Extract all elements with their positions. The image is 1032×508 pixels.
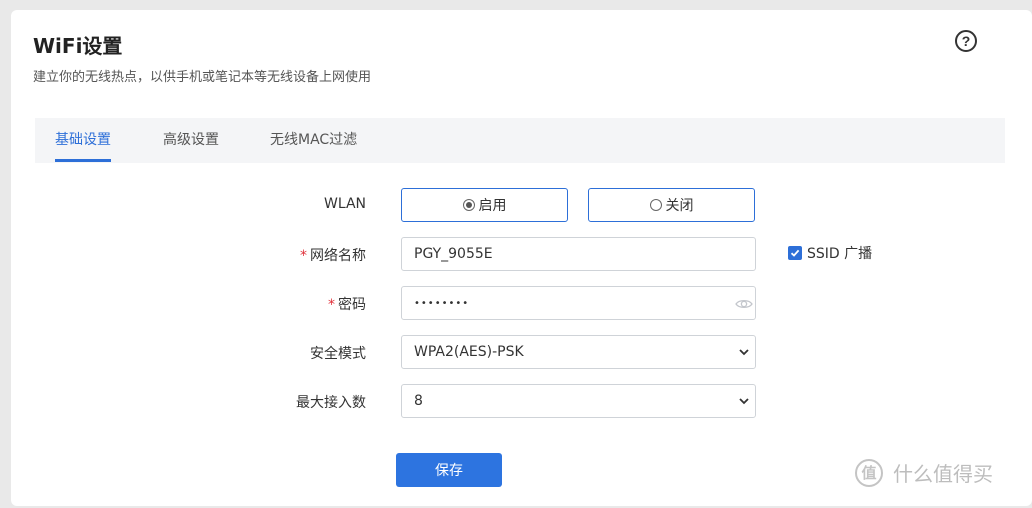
tab-basic-settings[interactable]: 基础设置: [55, 118, 111, 163]
page-subtitle: 建立你的无线热点，以供手机或笔记本等无线设备上网使用: [33, 70, 372, 85]
ssid-label-text: 网络名称: [310, 248, 366, 264]
checkbox-checked-icon: [788, 246, 802, 260]
ssid-label: * 网络名称: [166, 245, 366, 265]
security-mode-value: WPA2(AES)-PSK: [414, 344, 524, 360]
wlan-label: WLAN: [323, 196, 366, 212]
ssid-broadcast-label: SSID 广播: [807, 246, 873, 262]
ssid-input[interactable]: PGY_9055E: [401, 237, 756, 271]
ssid-broadcast-checkbox[interactable]: SSID 广播: [788, 243, 872, 263]
password-label-text: 密码: [338, 297, 366, 313]
chevron-down-icon: [739, 349, 749, 356]
watermark: 值 什么值得买: [855, 458, 993, 487]
ssid-value: PGY_9055E: [414, 246, 493, 262]
tab-advanced-settings[interactable]: 高级设置: [163, 118, 219, 163]
eye-icon[interactable]: [735, 295, 753, 313]
wlan-disable-label: 关闭: [665, 198, 694, 214]
max-clients-select[interactable]: 8: [401, 384, 756, 418]
tab-bar: 基础设置 高级设置 无线MAC过滤: [35, 118, 1005, 163]
wlan-disable-option[interactable]: 关闭: [588, 188, 755, 222]
page-title: WiFi设置: [33, 34, 123, 58]
wlan-enable-option[interactable]: 启用: [401, 188, 568, 222]
password-input[interactable]: ••••••••: [401, 286, 756, 320]
max-clients-label: 最大接入数: [296, 395, 366, 411]
tab-mac-filter[interactable]: 无线MAC过滤: [270, 118, 357, 163]
password-label: * 密码: [166, 294, 366, 314]
required-mark: *: [300, 248, 307, 264]
max-clients-value: 8: [414, 393, 423, 409]
radio-checked-icon: [462, 199, 475, 211]
password-value: ••••••••: [414, 297, 470, 309]
wlan-enable-label: 启用: [478, 198, 507, 214]
save-button[interactable]: 保存: [396, 453, 502, 487]
security-mode-label: 安全模式: [310, 346, 366, 362]
required-mark: *: [328, 297, 335, 313]
settings-card: WiFi设置 建立你的无线热点，以供手机或笔记本等无线设备上网使用 ? 基础设置…: [11, 10, 1032, 506]
watermark-text: 什么值得买: [893, 462, 993, 486]
watermark-logo-icon: 值: [855, 458, 883, 487]
radio-unchecked-icon: [649, 199, 662, 211]
help-icon[interactable]: ?: [955, 30, 977, 52]
chevron-down-icon: [739, 398, 749, 405]
security-mode-select[interactable]: WPA2(AES)-PSK: [401, 335, 756, 369]
